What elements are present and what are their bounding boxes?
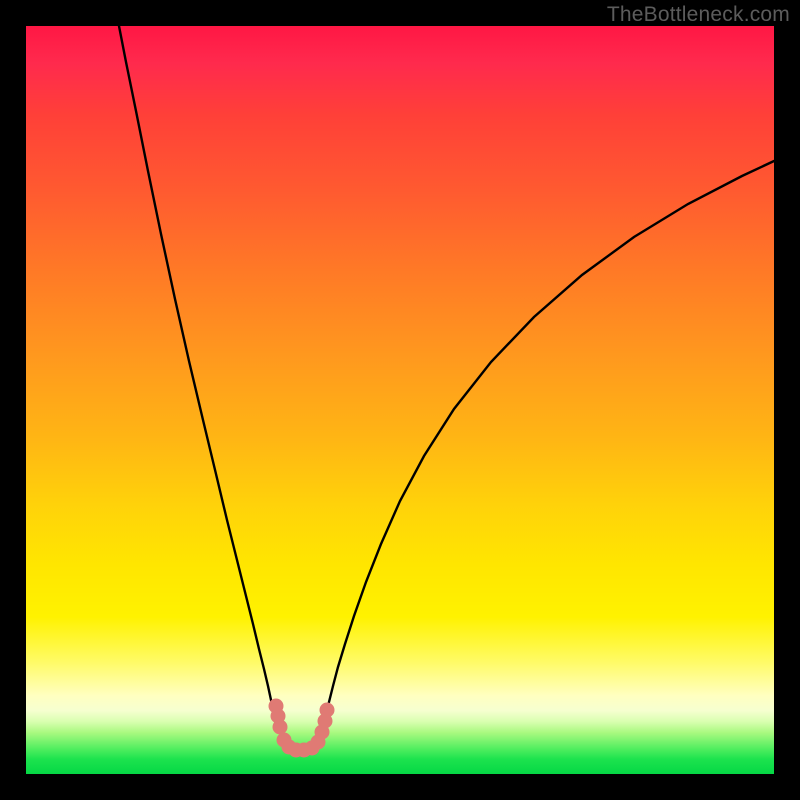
chart-frame: TheBottleneck.com xyxy=(0,0,800,800)
bead-marker xyxy=(320,703,335,718)
curve-left xyxy=(119,26,276,726)
curve-right xyxy=(324,161,774,726)
watermark-text: TheBottleneck.com xyxy=(607,3,790,27)
bead-marker xyxy=(273,720,288,735)
plot-area xyxy=(26,26,774,774)
curve-layer xyxy=(26,26,774,774)
bead-group xyxy=(269,699,335,758)
